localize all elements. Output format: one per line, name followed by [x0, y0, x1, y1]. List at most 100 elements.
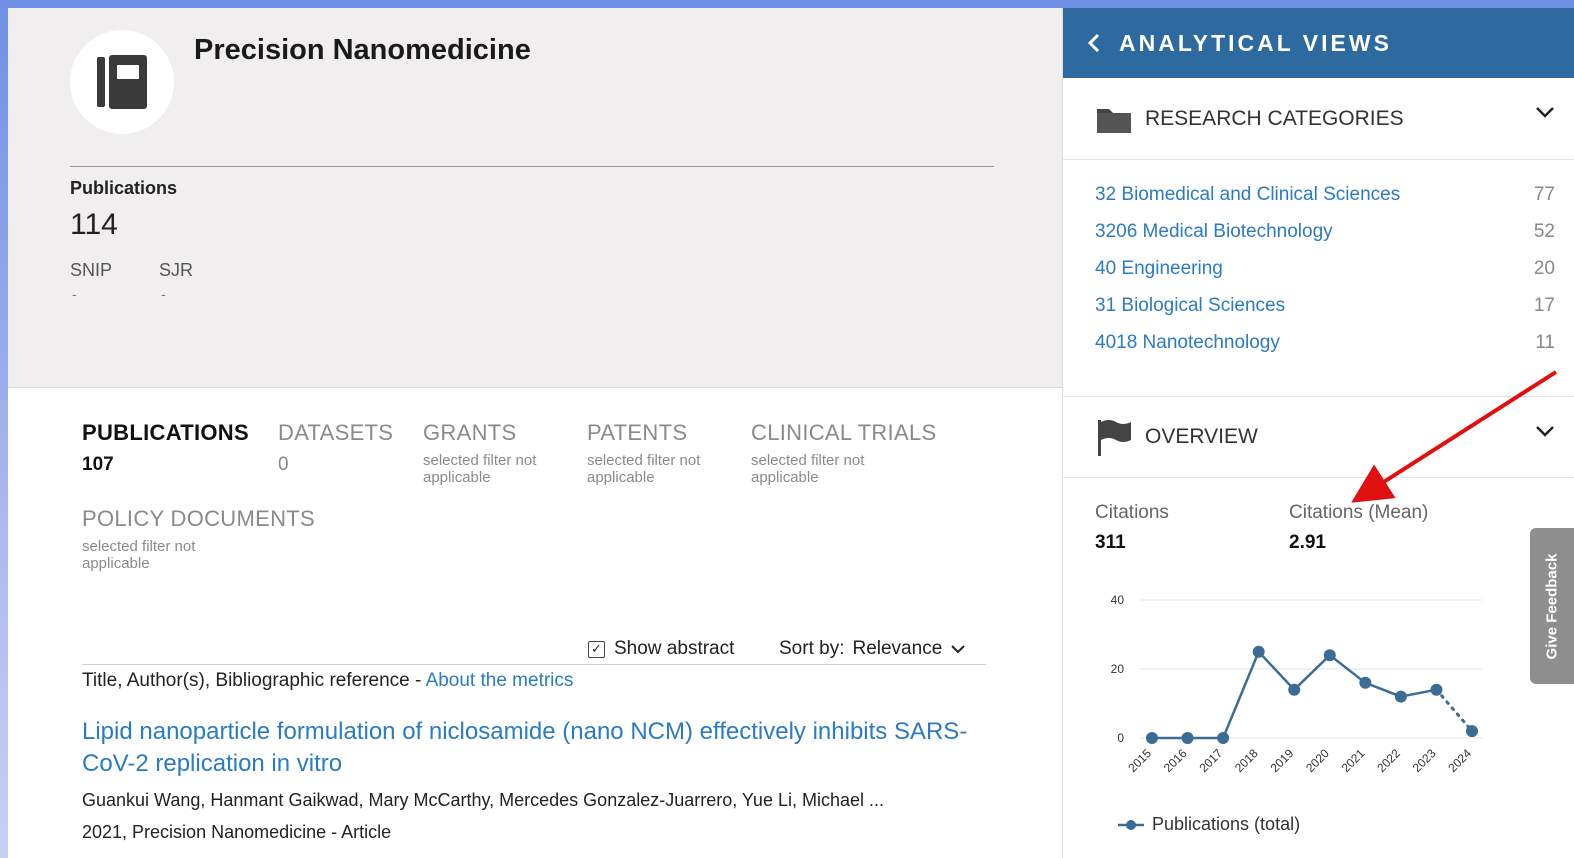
- citations-mean-value: 2.91: [1289, 532, 1326, 553]
- data-point: [1323, 649, 1336, 662]
- y-tick-label: 0: [1117, 731, 1124, 745]
- result-controls: ✓ Show abstract Sort by: Relevance: [82, 638, 994, 666]
- chevron-left-icon[interactable]: [1087, 32, 1101, 54]
- x-tick-label: 2024: [1445, 746, 1474, 775]
- data-point: [1252, 645, 1265, 658]
- journal-header: Precision Nanomedicine Publications 114 …: [8, 8, 1062, 388]
- category-link[interactable]: 31 Biological Sciences: [1095, 295, 1285, 316]
- feedback-label: Give Feedback: [1543, 553, 1561, 659]
- sort-label: Sort by:: [779, 638, 845, 659]
- list-item[interactable]: 32 Biomedical and Clinical Sciences 77: [1095, 184, 1555, 214]
- x-tick-label: 2021: [1339, 746, 1368, 775]
- app-frame: Precision Nanomedicine Publications 114 …: [8, 8, 1574, 858]
- publications-chart: 020402015 2016 2017 2018 2019 2020 2021 2022 202…: [1111, 593, 1482, 775]
- tab-label: GRANTS: [423, 420, 517, 445]
- legend-swatch: [1118, 819, 1144, 830]
- divider: [70, 166, 994, 167]
- tab-count: 107: [82, 454, 114, 475]
- tab-publications[interactable]: PUBLICATIONS 107: [82, 420, 249, 476]
- category-link[interactable]: 32 Biomedical and Clinical Sciences: [1095, 184, 1400, 205]
- tab-grants[interactable]: GRANTS selected filter not applicable: [423, 420, 573, 486]
- y-tick-label: 20: [1111, 662, 1125, 676]
- give-feedback-button[interactable]: Give Feedback: [1530, 528, 1574, 684]
- data-point: [1359, 676, 1372, 689]
- y-tick-label: 40: [1111, 593, 1125, 607]
- list-item[interactable]: 40 Engineering 20: [1095, 258, 1555, 288]
- data-point: [1430, 683, 1443, 696]
- snip-label: SNIP: [70, 260, 113, 280]
- data-point: [1288, 683, 1301, 696]
- data-point: [1394, 690, 1407, 703]
- category-link[interactable]: 4018 Nanotechnology: [1095, 332, 1280, 353]
- tab-note: selected filter not applicable: [82, 538, 196, 572]
- category-count: 17: [1533, 295, 1555, 316]
- main-content: Precision Nanomedicine Publications 114 …: [8, 8, 1062, 858]
- divider: [82, 664, 986, 665]
- publications-count: 114: [70, 208, 118, 241]
- show-abstract-toggle[interactable]: ✓ Show abstract: [588, 638, 734, 660]
- legend-label: Publications (total): [1152, 814, 1301, 834]
- citations-label: Citations: [1095, 502, 1169, 523]
- snip-value: -: [72, 286, 77, 302]
- x-tick-label: 2019: [1268, 746, 1297, 775]
- panel-header[interactable]: ANALYTICAL VIEWS: [1063, 8, 1574, 78]
- x-tick-label: 2023: [1410, 746, 1439, 775]
- data-point: [1181, 732, 1194, 744]
- x-tick-label: 2020: [1303, 746, 1332, 775]
- sort-value: Relevance: [852, 638, 943, 659]
- category-count: 77: [1533, 184, 1555, 205]
- category-link[interactable]: 40 Engineering: [1095, 258, 1223, 279]
- x-tick-label: 2016: [1161, 746, 1190, 775]
- list-item[interactable]: 4018 Nanotechnology 11: [1095, 332, 1555, 362]
- section-label: OVERVIEW: [1145, 425, 1258, 448]
- chevron-down-icon: [951, 645, 965, 654]
- category-count: 20: [1533, 258, 1555, 279]
- tab-label: DATASETS: [278, 420, 394, 445]
- panel-title: ANALYTICAL VIEWS: [1119, 29, 1392, 56]
- citations-value: 311: [1095, 532, 1126, 553]
- tab-label: POLICY DOCUMENTS: [82, 506, 315, 531]
- result-authors: Guankui Wang, Hanmant Gaikwad, Mary McCa…: [82, 790, 884, 810]
- sjr-value: -: [161, 286, 166, 302]
- tab-note: selected filter not applicable: [587, 452, 701, 486]
- page-title: Precision Nanomedicine: [194, 34, 531, 66]
- tab-clinical-trials[interactable]: CLINICAL TRIALS selected filter not appl…: [751, 420, 937, 486]
- folder-icon: [1095, 101, 1135, 137]
- flag-icon: [1095, 419, 1135, 456]
- category-count: 11: [1535, 332, 1555, 353]
- tab-label: PATENTS: [587, 420, 688, 445]
- x-tick-label: 2015: [1125, 746, 1154, 775]
- tab-label: PUBLICATIONS: [82, 420, 249, 445]
- research-categories-header[interactable]: RESEARCH CATEGORIES: [1063, 78, 1574, 160]
- overview-header[interactable]: OVERVIEW: [1063, 396, 1574, 478]
- series-line-projected: [1434, 688, 1474, 733]
- chart-legend[interactable]: Publications (total): [1118, 814, 1300, 835]
- tab-label: CLINICAL TRIALS: [751, 420, 937, 445]
- tab-datasets[interactable]: DATASETS 0: [278, 420, 393, 476]
- chevron-down-icon[interactable]: [1535, 425, 1555, 437]
- data-point: [1217, 732, 1230, 744]
- about-metrics-link[interactable]: About the metrics: [426, 670, 574, 691]
- book-icon: [97, 55, 147, 109]
- x-tick-label: 2017: [1196, 746, 1225, 775]
- tab-note: selected filter not applicable: [751, 452, 865, 486]
- tab-policy-documents[interactable]: POLICY DOCUMENTS selected filter not app…: [82, 506, 315, 572]
- citations-mean-label: Citations (Mean): [1289, 502, 1429, 523]
- reference-text: Title, Author(s), Bibliographic referenc…: [82, 670, 426, 691]
- result-meta: 2021, Precision Nanomedicine - Article: [82, 822, 392, 842]
- reference-line: Title, Author(s), Bibliographic referenc…: [82, 670, 573, 692]
- category-link[interactable]: 3206 Medical Biotechnology: [1095, 221, 1333, 242]
- category-count: 52: [1533, 221, 1555, 242]
- x-tick-label: 2018: [1232, 746, 1261, 775]
- data-point: [1466, 725, 1478, 738]
- tab-count: 0: [278, 454, 289, 475]
- list-item[interactable]: 31 Biological Sciences 17: [1095, 295, 1555, 325]
- checkbox-checked-icon[interactable]: ✓: [588, 640, 605, 658]
- sort-dropdown[interactable]: Sort by: Relevance: [779, 638, 966, 660]
- section-label: RESEARCH CATEGORIES: [1145, 106, 1404, 130]
- tab-patents[interactable]: PATENTS selected filter not applicable: [587, 420, 737, 486]
- result-title-link[interactable]: Lipid nanoparticle formulation of niclos…: [82, 716, 982, 780]
- chevron-down-icon[interactable]: [1535, 106, 1555, 118]
- sjr-label: SJR: [159, 260, 194, 280]
- list-item[interactable]: 3206 Medical Biotechnology 52: [1095, 221, 1555, 251]
